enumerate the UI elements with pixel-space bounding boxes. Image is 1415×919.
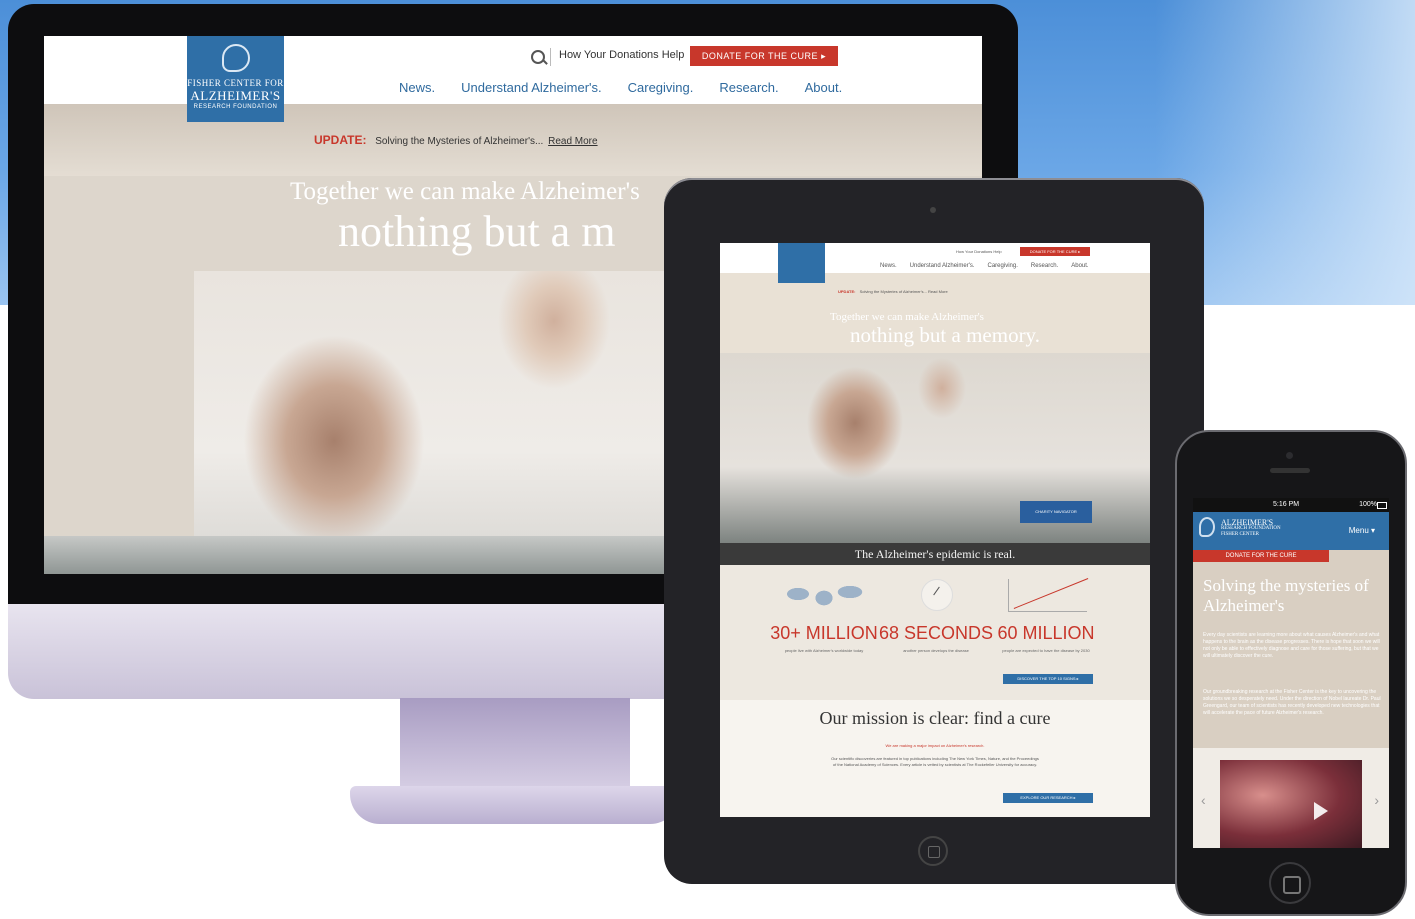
update-message: UPDATE: Solving the Mysteries of Alzheim… (314, 133, 598, 147)
donate-button[interactable]: DONATE FOR THE CURE ▸ (1020, 247, 1090, 256)
explore-research-button[interactable]: EXPLORE OUR RESEARCH ▸ (1003, 793, 1093, 803)
head-silhouette-icon (221, 44, 250, 72)
tablet-home-button[interactable] (918, 836, 948, 866)
main-nav: News. Understand Alzheimer's. Caregiving… (880, 263, 1089, 269)
nav-item-about[interactable]: About. (1071, 263, 1088, 269)
update-text: Solving the Mysteries of Alzheimer's... (375, 136, 544, 147)
video-carousel: ‹ › (1193, 748, 1389, 848)
hero-heading-line2: nothing but a m (338, 207, 616, 256)
hero-photo (194, 271, 714, 571)
hero-heading-line1: Together we can make Alzheimer's (830, 311, 984, 323)
logo-line: FISHER CENTER (1221, 532, 1259, 537)
phone-home-button[interactable] (1269, 862, 1311, 904)
header-divider (550, 48, 551, 66)
stat-item: 30+ MILLION people live with Alzheimer's… (759, 623, 889, 653)
donations-help-link[interactable]: How Your Donations Help (956, 249, 1002, 254)
status-time: 5:16 PM (1273, 501, 1300, 508)
donate-button[interactable]: DONATE FOR THE CURE ▸ (690, 46, 838, 66)
world-map-icon (778, 580, 870, 612)
carousel-next-icon[interactable]: › (1374, 792, 1379, 808)
desktop-monitor-base (350, 786, 680, 824)
research-paragraph: Our groundbreaking research at the Fishe… (1203, 689, 1381, 716)
nav-item-news[interactable]: News. (399, 80, 435, 95)
discover-signs-button[interactable]: DISCOVER THE TOP 10 SIGNS ▸ (1003, 674, 1093, 684)
mission-subtitle: We are making a major impact on Alzheime… (885, 743, 985, 748)
mission-title: Our mission is clear: find a cure (819, 708, 1051, 728)
stat-description: people live with Alzheimer's worldwide t… (784, 648, 864, 653)
hero-heading-line2: nothing but a memory. (850, 323, 1040, 347)
stat-item: 60 MILLION people are expected to have t… (981, 623, 1111, 653)
stat-value: 60 MILLION (997, 623, 1095, 643)
site-logo[interactable]: FISHER CENTER FOR ALZHEIMER'S RESEARCH F… (187, 36, 284, 122)
search-icon[interactable] (531, 50, 545, 64)
nav-item-about[interactable]: About. (805, 80, 843, 95)
logo-line: FISHER CENTER FOR (187, 78, 284, 88)
video-thumbnail[interactable] (1220, 760, 1362, 848)
hero-heading-line1: Together we can make Alzheimer's (290, 178, 640, 205)
desktop-monitor-stand (400, 698, 630, 788)
rising-graph-icon (1008, 579, 1087, 612)
status-bar: 5:16 PM 100% (1193, 498, 1389, 512)
site-logo[interactable] (778, 243, 825, 283)
nav-item-research[interactable]: Research. (1031, 263, 1058, 269)
stats-section: 30+ MILLION people live with Alzheimer's… (720, 565, 1150, 700)
tablet-camera (930, 207, 936, 213)
read-more-link[interactable]: Read More (548, 136, 597, 147)
donations-help-link[interactable]: How Your Donations Help (559, 49, 684, 61)
main-nav: News. Understand Alzheimer's. Caregiving… (399, 80, 842, 95)
nav-item-news[interactable]: News. (880, 263, 897, 269)
update-label: UPDATE: (838, 289, 856, 294)
epidemic-caption: The Alzheimer's epidemic is real. (720, 543, 1150, 565)
carousel-prev-icon[interactable]: ‹ (1201, 792, 1206, 808)
phone-camera (1286, 452, 1293, 459)
charity-navigator-badge[interactable]: CHARITY NAVIGATOR (1020, 501, 1092, 523)
menu-button[interactable]: Menu ▾ (1349, 526, 1375, 535)
nav-item-caregiving[interactable]: Caregiving. (988, 263, 1018, 269)
logo-line: RESEARCH FOUNDATION (193, 104, 278, 110)
update-message: UPDATE: Solving the Mysteries of Alzheim… (838, 289, 948, 294)
head-silhouette-icon (1199, 517, 1215, 537)
phone-site-header: ALZHEIMER'S RESEARCH FOUNDATION FISHER C… (1193, 512, 1389, 550)
tablet-screen: How Your Donations Help DONATE FOR THE C… (720, 243, 1150, 817)
nav-item-understand[interactable]: Understand Alzheimer's. (461, 80, 602, 95)
donate-button[interactable]: DONATE FOR THE CURE (1193, 550, 1329, 562)
mission-section: Our mission is clear: find a cure We are… (720, 700, 1150, 817)
phone-screen: 5:16 PM 100% ALZHEIMER'S RESEARCH FOUNDA… (1193, 498, 1389, 848)
nav-item-caregiving[interactable]: Caregiving. (628, 80, 694, 95)
clock-icon (921, 579, 953, 611)
play-icon[interactable] (1314, 802, 1328, 820)
nav-item-research[interactable]: Research. (719, 80, 778, 95)
update-text[interactable]: Solving the Mysteries of Alzheimer's... … (860, 289, 948, 294)
site-logo[interactable]: ALZHEIMER'S RESEARCH FOUNDATION FISHER C… (1221, 519, 1281, 538)
intro-paragraph: Every day scientists are learning more a… (1203, 632, 1380, 659)
page-title: Solving the mysteries of Alzheimer's (1203, 576, 1369, 615)
status-battery: 100% (1359, 501, 1377, 508)
stat-description: people are expected to have the disease … (1002, 648, 1090, 653)
stat-value: 30+ MILLION (770, 623, 878, 643)
update-label: UPDATE: (314, 133, 367, 147)
nav-item-understand[interactable]: Understand Alzheimer's. (910, 263, 975, 269)
battery-icon (1377, 502, 1387, 509)
mission-paragraph: Our scientific discoveries are featured … (831, 756, 1039, 767)
site-header: How Your Donations Help DONATE FOR THE C… (44, 36, 982, 104)
phone-speaker (1270, 468, 1310, 473)
logo-line: ALZHEIMER'S (190, 88, 281, 103)
